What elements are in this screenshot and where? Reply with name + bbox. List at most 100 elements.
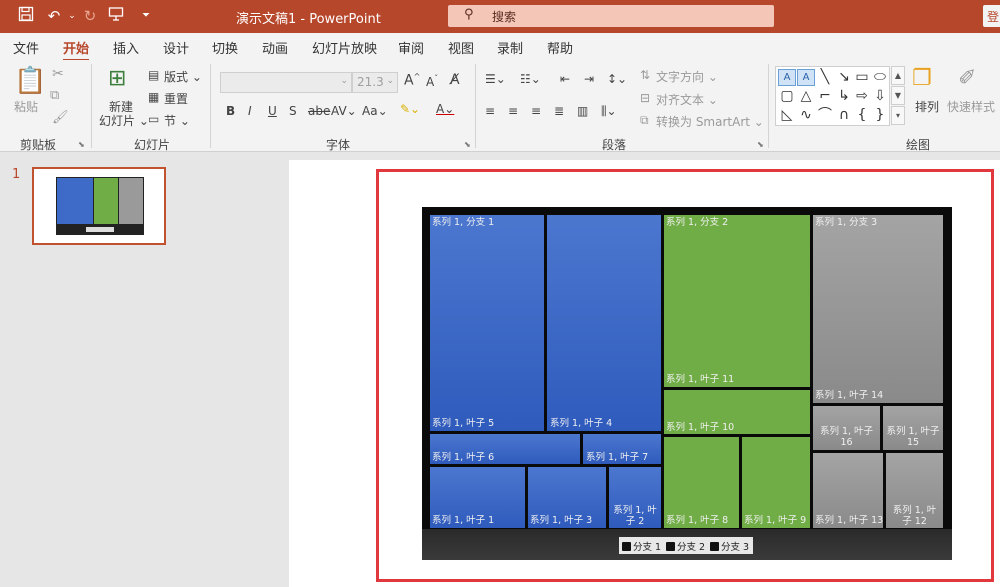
decrease-indent-icon[interactable]: ⇤: [560, 72, 570, 86]
freeform-shape-icon[interactable]: ◺: [778, 107, 796, 124]
tab-transitions[interactable]: 切换: [212, 38, 238, 57]
redo-icon[interactable]: ↻: [80, 6, 100, 26]
increase-indent-icon[interactable]: ⇥: [584, 72, 594, 86]
tab-insert[interactable]: 插入: [113, 38, 139, 57]
save-icon[interactable]: [16, 6, 36, 26]
arrange-button[interactable]: 排列: [915, 98, 939, 115]
shapes-scroll-down-icon[interactable]: ▼: [891, 86, 905, 105]
treemap-tile-leaf-15[interactable]: 系列 1, 叶子 15: [883, 406, 943, 450]
treemap-tile-leaf-2[interactable]: 系列 1, 叶子 2: [609, 467, 661, 528]
font-name-combo[interactable]: ⌄: [220, 72, 352, 93]
shadow-icon[interactable]: S: [289, 104, 297, 118]
paragraph-launcher-icon[interactable]: ⬊: [757, 140, 764, 149]
line-shape-icon[interactable]: ╲: [816, 69, 834, 86]
tab-file[interactable]: 文件: [13, 38, 39, 57]
treemap-chart[interactable]: 系列 1, 分支 1 系列 1, 叶子 5 系列 1, 叶子 4 系列 1, 叶…: [422, 207, 952, 560]
align-right-icon[interactable]: ≡: [531, 104, 541, 118]
right-brace-shape-icon[interactable]: }: [871, 107, 889, 124]
tab-record[interactable]: 录制: [497, 38, 523, 57]
oval-shape-icon[interactable]: ⬭: [871, 69, 889, 86]
tab-design[interactable]: 设计: [163, 38, 189, 57]
align-left-icon[interactable]: ≡: [485, 104, 495, 118]
treemap-tile-leaf-3[interactable]: 系列 1, 叶子 3: [528, 467, 606, 528]
tab-home[interactable]: 开始: [63, 38, 90, 62]
cut-icon[interactable]: ✂: [52, 66, 64, 82]
vertical-textbox-shape-icon[interactable]: A: [797, 69, 815, 86]
treemap-tile-leaf-16[interactable]: 系列 1, 叶子 16: [813, 406, 880, 450]
line-spacing-icon[interactable]: ↕⌄: [607, 72, 627, 86]
font-size-combo[interactable]: 21.3 ⌄: [352, 72, 398, 93]
numbering-icon[interactable]: ☷⌄: [520, 72, 541, 86]
scribble-shape-icon[interactable]: ∿: [797, 107, 815, 124]
arrow-line-shape-icon[interactable]: ↘: [835, 69, 853, 86]
rectangle-shape-icon[interactable]: ▭: [853, 69, 871, 86]
quick-styles-icon[interactable]: ✐: [958, 66, 976, 91]
arc-shape-icon[interactable]: ⌒: [816, 107, 834, 124]
change-case-icon[interactable]: Aa⌄: [362, 104, 388, 118]
increase-font-icon[interactable]: A^: [404, 72, 420, 89]
down-arrow-shape-icon[interactable]: ⇩: [871, 88, 889, 105]
shapes-scroll-up-icon[interactable]: ▲: [891, 66, 905, 85]
copy-icon[interactable]: ⧉: [50, 88, 59, 103]
distribute-icon[interactable]: ▥: [577, 104, 588, 118]
arrange-icon[interactable]: ❐: [912, 66, 932, 91]
tab-help[interactable]: 帮助: [547, 38, 573, 57]
search-input[interactable]: ⚲ 搜索: [448, 5, 774, 27]
strikethrough-icon[interactable]: abe: [308, 104, 330, 118]
right-arrow-shape-icon[interactable]: ⇨: [853, 88, 871, 105]
shapes-more-icon[interactable]: ▾: [891, 106, 905, 125]
treemap-tile-leaf-14[interactable]: 系列 1, 分支 3 系列 1, 叶子 14: [813, 215, 943, 403]
slide-thumbnail[interactable]: [32, 167, 166, 245]
paste-icon[interactable]: 📋: [14, 66, 46, 96]
left-brace-shape-icon[interactable]: {: [853, 107, 871, 124]
treemap-tile-leaf-5[interactable]: 系列 1, 分支 1 系列 1, 叶子 5: [430, 215, 544, 431]
new-slide-icon[interactable]: ⊞: [108, 66, 126, 91]
tab-slideshow[interactable]: 幻灯片放映: [312, 38, 377, 57]
chart-legend[interactable]: 分支 1 分支 2 分支 3: [619, 537, 753, 554]
treemap-tile-leaf-12[interactable]: 系列 1, 叶子 12: [886, 453, 943, 528]
elbow-connector-shape-icon[interactable]: ⌐: [816, 88, 834, 105]
tab-review[interactable]: 审阅: [398, 38, 424, 57]
tab-view[interactable]: 视图: [448, 38, 474, 57]
char-spacing-icon[interactable]: AV⌄: [331, 104, 357, 118]
clear-format-icon[interactable]: A̸: [450, 72, 460, 88]
shapes-gallery[interactable]: A A ╲ ↘ ▭ ⬭ ▢ △ ⌐ ↳ ⇨ ⇩ ◺ ∿ ⌒ ∩ { }: [775, 66, 890, 126]
convert-smartart-button[interactable]: 转换为 SmartArt ⌄: [656, 113, 764, 130]
curve-shape-icon[interactable]: ∩: [835, 107, 853, 124]
columns-icon[interactable]: ⫼⌄: [601, 104, 617, 119]
underline-icon[interactable]: U: [268, 104, 277, 118]
font-color-icon[interactable]: A⌄: [436, 102, 454, 116]
elbow-arrow-shape-icon[interactable]: ↳: [835, 88, 853, 105]
treemap-tile-leaf-9[interactable]: 系列 1, 叶子 9: [742, 437, 810, 528]
format-painter-icon[interactable]: 🖌: [52, 110, 69, 125]
layout-button[interactable]: 版式 ⌄: [164, 68, 202, 85]
section-button[interactable]: 节 ⌄: [164, 112, 190, 129]
treemap-tile-leaf-8[interactable]: 系列 1, 叶子 8: [664, 437, 739, 528]
sign-in-button[interactable]: 登: [983, 5, 1000, 27]
align-text-button[interactable]: 对齐文本 ⌄: [656, 91, 718, 108]
triangle-shape-icon[interactable]: △: [797, 88, 815, 105]
justify-icon[interactable]: ≣: [554, 104, 564, 118]
present-icon[interactable]: [106, 6, 126, 26]
customize-toolbar-icon[interactable]: ⏷: [136, 6, 156, 26]
undo-dropdown-icon[interactable]: ⌄: [62, 6, 82, 26]
treemap-tile-leaf-13[interactable]: 系列 1, 叶子 13: [813, 453, 883, 528]
treemap-tile-leaf-6[interactable]: 系列 1, 叶子 6: [430, 434, 580, 464]
paste-button[interactable]: 粘贴: [14, 98, 38, 115]
new-slide-dropdown[interactable]: 幻灯片 ⌄: [99, 112, 149, 129]
treemap-tile-leaf-4[interactable]: 系列 1, 叶子 4: [547, 215, 661, 431]
highlight-icon[interactable]: ✎⌄: [400, 102, 420, 116]
align-center-icon[interactable]: ≡: [508, 104, 518, 118]
font-launcher-icon[interactable]: ⬊: [464, 140, 471, 149]
rounded-rect-shape-icon[interactable]: ▢: [778, 88, 796, 105]
treemap-tile-leaf-7[interactable]: 系列 1, 叶子 7: [583, 434, 661, 464]
reset-button[interactable]: 重置: [164, 90, 188, 107]
quick-styles-button[interactable]: 快速样式: [947, 98, 995, 115]
decrease-font-icon[interactable]: Aˇ: [426, 74, 438, 89]
treemap-tile-leaf-10[interactable]: 系列 1, 叶子 10: [664, 390, 810, 434]
clipboard-launcher-icon[interactable]: ⬊: [78, 140, 85, 149]
treemap-tile-leaf-11[interactable]: 系列 1, 分支 2 系列 1, 叶子 11: [664, 215, 810, 387]
undo-icon[interactable]: ↶: [44, 6, 64, 26]
treemap-tile-leaf-1[interactable]: 系列 1, 叶子 1: [430, 467, 525, 528]
italic-icon[interactable]: I: [248, 104, 252, 118]
